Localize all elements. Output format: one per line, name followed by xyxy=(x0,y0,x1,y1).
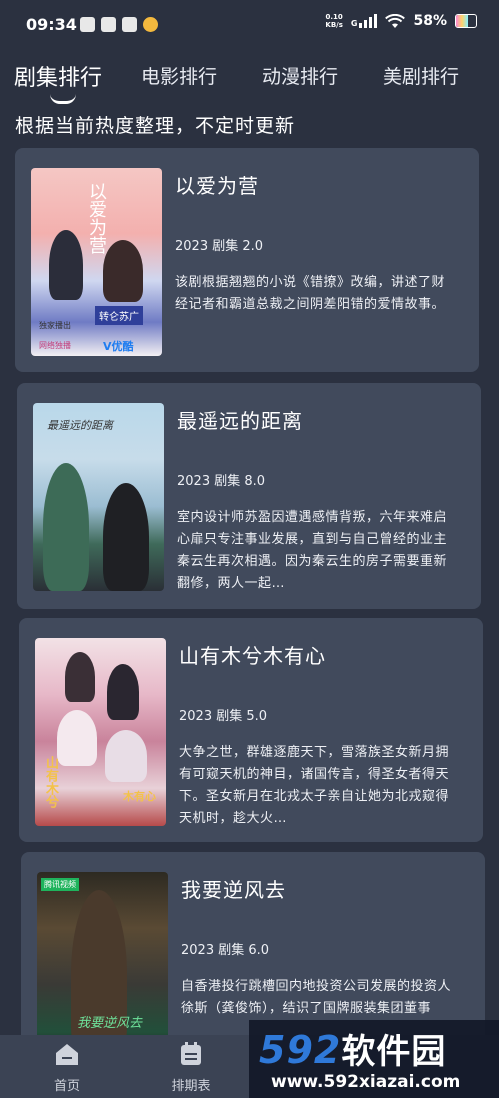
tab-us-drama-ranking[interactable]: 美剧排行 xyxy=(383,62,459,89)
poster-figure xyxy=(103,483,149,591)
poster-title: 山有木兮 xyxy=(43,756,58,808)
drama-title: 山有木兮木有心 xyxy=(179,644,326,668)
drama-poster: 最遥远的距离 xyxy=(33,403,164,591)
tab-movie-ranking[interactable]: 电影排行 xyxy=(141,62,217,89)
drama-card[interactable]: 最遥远的距离 最遥远的距离 2023 剧集 8.0 室内设计师苏盈因遭遇感情背叛… xyxy=(17,383,481,609)
poster-figure xyxy=(105,730,147,782)
youku-logo: V优酷 xyxy=(103,340,134,353)
drama-poster: 山有木兮 木有心 xyxy=(35,638,166,826)
drama-meta: 2023 剧集 5.0 xyxy=(179,709,268,724)
app-screen: 09:34 0.10 KB/s G 58% 剧集排行 电影排行 动漫排行 美剧排… xyxy=(0,0,499,1098)
battery-icon xyxy=(455,14,477,28)
mail-app-icon xyxy=(122,17,137,32)
drama-card[interactable]: 山有木兮 木有心 山有木兮木有心 2023 剧集 5.0 大争之世，群雄逐鹿天下… xyxy=(19,618,483,842)
poster-caption: 独家播出 xyxy=(39,321,71,330)
poster-title: 我要逆风去 xyxy=(77,1016,143,1031)
drama-title: 以爱为营 xyxy=(175,174,259,198)
drama-poster: 腾讯视频 我要逆风去 xyxy=(37,872,168,1052)
poster-figure xyxy=(107,664,139,720)
poster-title: 以爱为营 xyxy=(86,182,107,254)
poster-figure xyxy=(49,230,83,300)
poster-title: 最遥远的距离 xyxy=(47,419,113,432)
drama-meta: 2023 剧集 8.0 xyxy=(177,474,266,489)
home-icon xyxy=(56,1044,78,1065)
tencent-video-badge: 腾讯视频 xyxy=(41,878,79,891)
drama-description: 室内设计师苏盈因遭遇感情背叛，六年来难启心扉只专注事业发展，直到与自己曾经的业主… xyxy=(177,510,448,591)
nav-schedule[interactable]: 排期表 xyxy=(156,1041,226,1094)
drama-card[interactable]: 以爱为营 转仑苏广 独家播出 网络独播 V优酷 以爱为营 2023 剧集 2.0… xyxy=(15,148,479,372)
active-tab-indicator xyxy=(50,94,76,104)
nav-home[interactable]: 首页 xyxy=(32,1041,102,1094)
poster-figure xyxy=(65,652,95,702)
watermark-logo-number: 592 xyxy=(259,1028,342,1072)
drama-description: 大争之世，群雄逐鹿天下，雪落族圣女新月拥有可窥天机的神目，诸国传言，得圣女者得天… xyxy=(179,745,450,826)
watermark-logo-text: 软件园 xyxy=(341,1032,447,1072)
drama-title: 最遥远的距离 xyxy=(177,409,303,433)
wifi-icon xyxy=(385,13,406,28)
net-speed-value: 0.10 xyxy=(325,13,343,21)
status-indicators: 0.10 KB/s G 58% xyxy=(325,13,477,29)
page-subtitle: 根据当前热度整理，不定时更新 xyxy=(15,115,296,137)
status-bar: 09:34 0.10 KB/s G 58% xyxy=(0,0,499,48)
battery-percent: 58% xyxy=(413,13,447,29)
watermark-logo: 592软件园 xyxy=(259,1024,446,1073)
weibo-app-icon xyxy=(143,17,158,32)
drama-poster: 以爱为营 转仑苏广 独家播出 网络独播 V优酷 xyxy=(31,168,162,356)
poster-figure xyxy=(57,710,97,766)
signal-icon: G xyxy=(351,14,378,28)
drama-meta: 2023 剧集 2.0 xyxy=(175,239,264,254)
signal-label: G xyxy=(350,19,358,28)
poster-caption: 转仑苏广 xyxy=(95,306,143,325)
drama-description: 该剧根据翘翘的小说《错撩》改编，讲述了财经记者和霸道总裁之间阴差阳错的爱情故事。 xyxy=(175,275,446,312)
site-watermark: 592软件园 www.592xiazai.com xyxy=(249,1020,499,1098)
drama-meta: 2023 剧集 6.0 xyxy=(181,943,270,958)
calendar-icon xyxy=(181,1042,201,1065)
net-speed: 0.10 KB/s xyxy=(325,13,342,29)
poster-caption: 网络独播 xyxy=(39,341,71,350)
poster-figure xyxy=(103,240,143,302)
poster-title: 木有心 xyxy=(123,790,156,803)
nav-home-label: 首页 xyxy=(53,1079,80,1094)
drama-description: 自香港投行跳槽回内地投资公司发展的投资人徐斯（龚俊饰），结识了国牌服装集团董事 xyxy=(181,979,452,1016)
cloud-app-icon xyxy=(101,17,116,32)
watermark-url: www.592xiazai.com xyxy=(271,1072,461,1092)
drama-title: 我要逆风去 xyxy=(181,878,286,902)
nav-schedule-label: 排期表 xyxy=(171,1079,211,1094)
net-speed-unit: KB/s xyxy=(325,21,343,29)
tab-anime-ranking[interactable]: 动漫排行 xyxy=(262,62,338,89)
tab-tv-ranking[interactable]: 剧集排行 xyxy=(14,60,102,92)
category-tabs: 剧集排行 电影排行 动漫排行 美剧排行 xyxy=(0,58,499,106)
status-time: 09:34 xyxy=(26,15,77,34)
gallery-app-icon xyxy=(80,17,95,32)
status-app-icons xyxy=(80,17,158,32)
poster-figure xyxy=(43,463,89,591)
